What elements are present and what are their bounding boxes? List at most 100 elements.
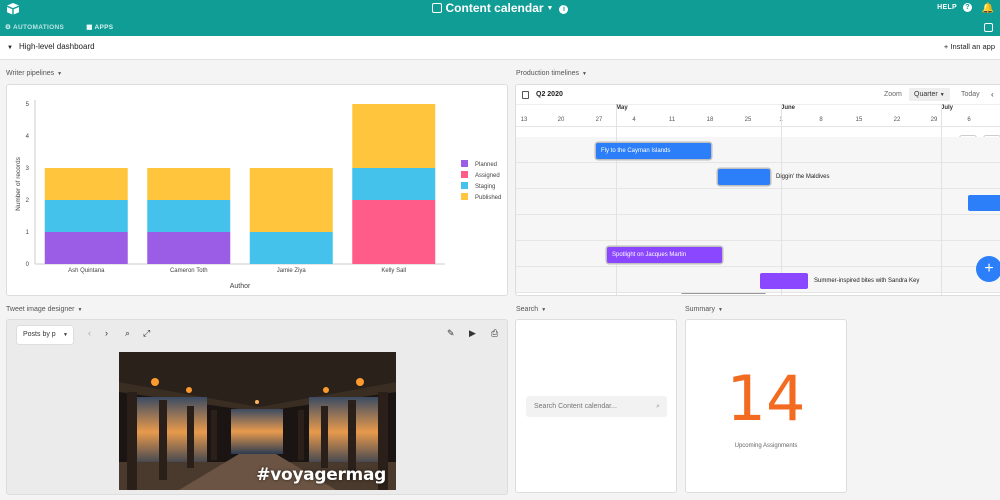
timeline-row[interactable] bbox=[516, 215, 1000, 241]
section-search[interactable]: Search ▼ bbox=[516, 306, 546, 313]
help-label: HELP bbox=[937, 4, 957, 11]
y-tick-label: 0 bbox=[26, 262, 30, 268]
bar-segment bbox=[44, 232, 128, 264]
section-search-label: Search bbox=[516, 306, 539, 313]
timeline-months: May June July bbox=[516, 105, 1000, 115]
section-writer-pipelines-label: Writer pipelines bbox=[6, 70, 55, 77]
edit-icon[interactable]: ✎ bbox=[447, 328, 455, 339]
tab-apps[interactable]: ▦ APPS bbox=[86, 24, 123, 31]
x-tick-label: Cameron Toth bbox=[170, 268, 208, 274]
section-production-timelines[interactable]: Production timelines ▼ bbox=[516, 70, 587, 77]
base-title[interactable]: Content calendar ▼ i bbox=[0, 1, 1000, 15]
x-axis-label: Author bbox=[230, 283, 251, 290]
search-icon[interactable]: ⌕ bbox=[125, 328, 130, 339]
y-tick-label: 2 bbox=[26, 198, 30, 204]
day-label: 15 bbox=[855, 117, 863, 123]
chevron-left-icon[interactable]: ‹ bbox=[88, 328, 91, 338]
legend-swatch bbox=[461, 171, 468, 178]
add-record-button[interactable]: + bbox=[976, 256, 1000, 282]
month-label: June bbox=[781, 105, 796, 111]
tab-apps-label: APPS bbox=[94, 24, 114, 31]
summary-label: Upcoming Assignments bbox=[734, 443, 798, 449]
top-bar: Content calendar ▼ i HELP? 🔔 ⚙ AUTOMATIONS… bbox=[0, 0, 1000, 36]
tweet-image: #voyagermag bbox=[119, 352, 396, 490]
day-label: 11 bbox=[668, 117, 676, 123]
help-button[interactable]: HELP? bbox=[937, 3, 972, 12]
table-icon bbox=[431, 3, 442, 13]
chevron-left-icon[interactable]: ‹ bbox=[991, 90, 994, 99]
view-select[interactable]: Posts by p ▼ bbox=[17, 326, 73, 344]
dashboard-name: High-level dashboard bbox=[18, 42, 95, 51]
day-label: 22 bbox=[893, 117, 901, 123]
play-icon[interactable]: ▶ bbox=[469, 328, 476, 339]
bar-segment bbox=[44, 168, 128, 200]
install-app-button[interactable]: + Install an app bbox=[944, 42, 995, 51]
stacked-bar-chart: 0 1 2 3 4 5 Number of records Ash Quintana Camer… bbox=[15, 100, 501, 290]
timeline-row[interactable] bbox=[516, 241, 1000, 267]
search-input[interactable]: Search Content calendar... ⌕ bbox=[526, 396, 667, 417]
day-label: 8 bbox=[819, 117, 823, 123]
dashboard-selector[interactable]: ▼ High-level dashboard bbox=[7, 42, 95, 51]
timeline-row[interactable] bbox=[516, 137, 1000, 163]
legend-label: Published bbox=[475, 195, 501, 201]
x-tick-label: Kelly Sall bbox=[381, 268, 406, 274]
section-tweet-designer-label: Tweet image designer bbox=[6, 306, 75, 313]
section-writer-pipelines[interactable]: Writer pipelines ▼ bbox=[6, 70, 62, 77]
timeline-row[interactable] bbox=[516, 267, 1000, 293]
tweet-toolbar: Posts by p ▼ ‹ › ⌕ ⤢ ✎ ▶ ⎙ bbox=[15, 325, 501, 345]
chevron-down-icon: ▼ bbox=[541, 307, 547, 313]
bell-icon[interactable]: 🔔 bbox=[982, 3, 994, 14]
calendar-icon bbox=[522, 91, 529, 99]
view-select-value: Posts by p bbox=[23, 331, 56, 338]
expand-icon[interactable]: ⤢ bbox=[143, 328, 150, 339]
legend-label: Planned bbox=[475, 162, 497, 168]
search-app: Search Content calendar... ⌕ bbox=[515, 319, 677, 493]
section-production-timelines-label: Production timelines bbox=[516, 70, 580, 77]
tab-automations-label: AUTOMATIONS bbox=[13, 24, 65, 31]
share-icon[interactable] bbox=[984, 23, 993, 32]
y-axis-label: Number of records bbox=[15, 156, 22, 211]
month-label: May bbox=[616, 105, 628, 111]
search-placeholder: Search Content calendar... bbox=[534, 403, 617, 410]
summary-app: 14 Upcoming Assignments bbox=[685, 319, 847, 493]
hashtag-overlay: #voyagermag bbox=[256, 465, 386, 485]
bar-segment bbox=[352, 104, 436, 168]
timeline-item[interactable] bbox=[968, 195, 1000, 211]
timeline-item[interactable] bbox=[718, 169, 770, 185]
chevron-right-icon[interactable]: › bbox=[105, 328, 108, 338]
y-tick-label: 4 bbox=[26, 134, 30, 140]
section-tweet-designer[interactable]: Tweet image designer ▼ bbox=[6, 306, 82, 313]
chevron-down-icon: ▼ bbox=[582, 71, 587, 77]
timeline-item[interactable]: Spotlight on Jacques Martin bbox=[607, 247, 722, 263]
section-summary-label: Summary bbox=[685, 306, 715, 313]
bar-segment bbox=[147, 168, 231, 200]
bar-segment bbox=[44, 200, 128, 232]
bar-segment bbox=[147, 200, 231, 232]
today-button[interactable]: Today bbox=[961, 91, 980, 98]
bar-segment bbox=[249, 168, 333, 232]
day-label: 27 bbox=[595, 117, 603, 123]
base-title-label: Content calendar bbox=[445, 1, 544, 15]
summary-value: 14 bbox=[726, 362, 806, 435]
day-label: 18 bbox=[706, 117, 714, 123]
print-icon[interactable]: ⎙ bbox=[491, 328, 498, 339]
toolbar-tabs: ⚙ AUTOMATIONS ▦ APPS bbox=[5, 23, 133, 31]
timeline-item[interactable] bbox=[760, 273, 808, 289]
y-tick-label: 3 bbox=[26, 166, 30, 172]
timeline-row[interactable] bbox=[516, 189, 1000, 215]
question-icon: ? bbox=[963, 3, 972, 12]
caret-down-icon: ▼ bbox=[939, 92, 945, 98]
timeline-item-label: Diggin' the Maldives bbox=[776, 174, 830, 180]
tab-automations[interactable]: ⚙ AUTOMATIONS bbox=[5, 24, 74, 31]
section-summary[interactable]: Summary ▼ bbox=[685, 306, 723, 313]
x-tick-label: Jamie Ziya bbox=[277, 268, 307, 274]
legend-swatch bbox=[461, 160, 468, 167]
info-icon[interactable]: i bbox=[559, 5, 569, 14]
caret-down-icon: ▼ bbox=[7, 45, 13, 51]
legend-swatch bbox=[461, 182, 468, 189]
timeline-item[interactable]: Fly to the Cayman Islands bbox=[596, 143, 711, 159]
zoom-value: Quarter bbox=[914, 91, 938, 98]
y-tick-label: 5 bbox=[26, 102, 30, 108]
zoom-select[interactable]: Quarter ▼ bbox=[909, 88, 950, 101]
chevron-down-icon: ▼ bbox=[77, 307, 83, 313]
